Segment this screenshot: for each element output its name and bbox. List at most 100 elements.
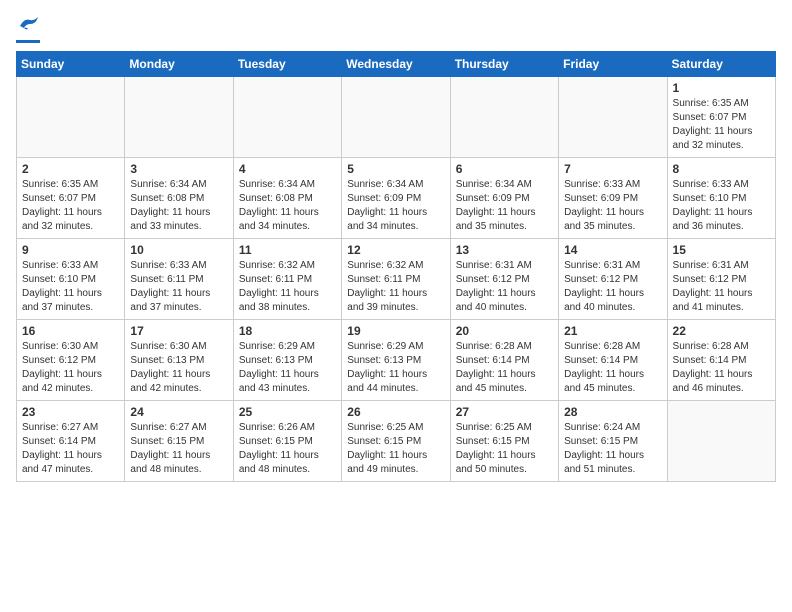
calendar-day-cell: 22 Sunrise: 6:28 AM Sunset: 6:14 PM Dayli… <box>667 320 775 401</box>
day-number: 5 <box>347 162 444 176</box>
calendar-day-cell: 7 Sunrise: 6:33 AM Sunset: 6:09 PM Daylig… <box>559 158 667 239</box>
day-info: Sunrise: 6:28 AM Sunset: 6:14 PM Dayligh… <box>673 340 770 396</box>
day-info: Sunrise: 6:29 AM Sunset: 6:13 PM Dayligh… <box>347 340 444 396</box>
day-info: Sunrise: 6:30 AM Sunset: 6:13 PM Dayligh… <box>130 340 227 396</box>
weekday-header: Friday <box>559 52 667 77</box>
day-number: 18 <box>239 324 336 338</box>
day-info: Sunrise: 6:28 AM Sunset: 6:14 PM Dayligh… <box>456 340 553 396</box>
calendar-day-cell: 28 Sunrise: 6:24 AM Sunset: 6:15 PM Dayli… <box>559 401 667 482</box>
day-number: 6 <box>456 162 553 176</box>
day-info: Sunrise: 6:33 AM Sunset: 6:09 PM Dayligh… <box>564 178 661 234</box>
weekday-header: Thursday <box>450 52 558 77</box>
day-number: 11 <box>239 243 336 257</box>
calendar-day-cell: 13 Sunrise: 6:31 AM Sunset: 6:12 PM Dayli… <box>450 239 558 320</box>
day-info: Sunrise: 6:24 AM Sunset: 6:15 PM Dayligh… <box>564 421 661 477</box>
day-info: Sunrise: 6:32 AM Sunset: 6:11 PM Dayligh… <box>239 259 336 315</box>
weekday-header: Tuesday <box>233 52 341 77</box>
calendar-week-row: 2Sunrise: 6:35 AM Sunset: 6:07 PM Daylig… <box>17 158 776 239</box>
bird-icon <box>18 16 40 34</box>
day-info: Sunrise: 6:31 AM Sunset: 6:12 PM Dayligh… <box>456 259 553 315</box>
calendar-day-cell <box>667 401 775 482</box>
calendar-day-cell: 25 Sunrise: 6:26 AM Sunset: 6:15 PM Dayli… <box>233 401 341 482</box>
day-number: 24 <box>130 405 227 419</box>
calendar-day-cell: 17Sunrise: 6:30 AM Sunset: 6:13 PM Dayli… <box>125 320 233 401</box>
calendar-day-cell: 5 Sunrise: 6:34 AM Sunset: 6:09 PM Daylig… <box>342 158 450 239</box>
day-number: 26 <box>347 405 444 419</box>
day-info: Sunrise: 6:28 AM Sunset: 6:14 PM Dayligh… <box>564 340 661 396</box>
day-number: 25 <box>239 405 336 419</box>
calendar-day-cell: 4 Sunrise: 6:34 AM Sunset: 6:08 PM Daylig… <box>233 158 341 239</box>
day-number: 21 <box>564 324 661 338</box>
day-number: 13 <box>456 243 553 257</box>
calendar-day-cell: 14 Sunrise: 6:31 AM Sunset: 6:12 PM Dayli… <box>559 239 667 320</box>
day-info: Sunrise: 6:32 AM Sunset: 6:11 PM Dayligh… <box>347 259 444 315</box>
day-info: Sunrise: 6:30 AM Sunset: 6:12 PM Dayligh… <box>22 340 119 396</box>
day-number: 22 <box>673 324 770 338</box>
day-number: 28 <box>564 405 661 419</box>
day-info: Sunrise: 6:34 AM Sunset: 6:09 PM Dayligh… <box>347 178 444 234</box>
logo <box>16 16 40 43</box>
calendar-day-cell: 27 Sunrise: 6:25 AM Sunset: 6:15 PM Dayli… <box>450 401 558 482</box>
day-info: Sunrise: 6:33 AM Sunset: 6:10 PM Dayligh… <box>22 259 119 315</box>
calendar-day-cell: 21 Sunrise: 6:28 AM Sunset: 6:14 PM Dayli… <box>559 320 667 401</box>
calendar-day-cell <box>17 77 125 158</box>
day-number: 1 <box>673 81 770 95</box>
calendar-day-cell: 2Sunrise: 6:35 AM Sunset: 6:07 PM Daylig… <box>17 158 125 239</box>
day-number: 15 <box>673 243 770 257</box>
calendar-day-cell: 23 Sunrise: 6:27 AM Sunset: 6:14 PM Dayli… <box>17 401 125 482</box>
calendar-day-cell: 24 Sunrise: 6:27 AM Sunset: 6:15 PM Dayli… <box>125 401 233 482</box>
day-info: Sunrise: 6:31 AM Sunset: 6:12 PM Dayligh… <box>673 259 770 315</box>
weekday-header: Monday <box>125 52 233 77</box>
day-number: 12 <box>347 243 444 257</box>
calendar-header-row: SundayMondayTuesdayWednesdayThursdayFrid… <box>17 52 776 77</box>
day-number: 9 <box>22 243 119 257</box>
calendar-day-cell <box>342 77 450 158</box>
day-info: Sunrise: 6:26 AM Sunset: 6:15 PM Dayligh… <box>239 421 336 477</box>
calendar-day-cell <box>233 77 341 158</box>
calendar-day-cell <box>559 77 667 158</box>
day-number: 14 <box>564 243 661 257</box>
calendar-week-row: 16 Sunrise: 6:30 AM Sunset: 6:12 PM Dayli… <box>17 320 776 401</box>
day-number: 16 <box>22 324 119 338</box>
day-number: 3 <box>130 162 227 176</box>
day-info: Sunrise: 6:33 AM Sunset: 6:11 PM Dayligh… <box>130 259 227 315</box>
day-number: 27 <box>456 405 553 419</box>
day-number: 8 <box>673 162 770 176</box>
calendar-day-cell: 11 Sunrise: 6:32 AM Sunset: 6:11 PM Dayli… <box>233 239 341 320</box>
calendar-day-cell: 3 Sunrise: 6:34 AM Sunset: 6:08 PM Daylig… <box>125 158 233 239</box>
day-number: 23 <box>22 405 119 419</box>
day-number: 19 <box>347 324 444 338</box>
calendar-day-cell: 1 Sunrise: 6:35 AM Sunset: 6:07 PM Daylig… <box>667 77 775 158</box>
day-number: 4 <box>239 162 336 176</box>
weekday-header: Saturday <box>667 52 775 77</box>
calendar-day-cell: 16 Sunrise: 6:30 AM Sunset: 6:12 PM Dayli… <box>17 320 125 401</box>
calendar-day-cell <box>450 77 558 158</box>
calendar-day-cell: 19 Sunrise: 6:29 AM Sunset: 6:13 PM Dayli… <box>342 320 450 401</box>
day-info: Sunrise: 6:33 AM Sunset: 6:10 PM Dayligh… <box>673 178 770 234</box>
day-info: Sunrise: 6:27 AM Sunset: 6:14 PM Dayligh… <box>22 421 119 477</box>
day-info: Sunrise: 6:35 AM Sunset: 6:07 PM Dayligh… <box>22 178 119 234</box>
day-info: Sunrise: 6:34 AM Sunset: 6:08 PM Dayligh… <box>130 178 227 234</box>
calendar-day-cell: 6 Sunrise: 6:34 AM Sunset: 6:09 PM Daylig… <box>450 158 558 239</box>
calendar-day-cell: 9 Sunrise: 6:33 AM Sunset: 6:10 PM Daylig… <box>17 239 125 320</box>
day-info: Sunrise: 6:27 AM Sunset: 6:15 PM Dayligh… <box>130 421 227 477</box>
weekday-header: Wednesday <box>342 52 450 77</box>
calendar-day-cell: 26Sunrise: 6:25 AM Sunset: 6:15 PM Dayli… <box>342 401 450 482</box>
day-info: Sunrise: 6:34 AM Sunset: 6:09 PM Dayligh… <box>456 178 553 234</box>
calendar-day-cell: 12 Sunrise: 6:32 AM Sunset: 6:11 PM Dayli… <box>342 239 450 320</box>
day-info: Sunrise: 6:34 AM Sunset: 6:08 PM Dayligh… <box>239 178 336 234</box>
calendar-table: SundayMondayTuesdayWednesdayThursdayFrid… <box>16 51 776 482</box>
weekday-header: Sunday <box>17 52 125 77</box>
calendar-week-row: 1 Sunrise: 6:35 AM Sunset: 6:07 PM Daylig… <box>17 77 776 158</box>
day-number: 20 <box>456 324 553 338</box>
day-info: Sunrise: 6:31 AM Sunset: 6:12 PM Dayligh… <box>564 259 661 315</box>
calendar-day-cell <box>125 77 233 158</box>
day-number: 10 <box>130 243 227 257</box>
day-info: Sunrise: 6:35 AM Sunset: 6:07 PM Dayligh… <box>673 97 770 153</box>
day-number: 7 <box>564 162 661 176</box>
day-info: Sunrise: 6:29 AM Sunset: 6:13 PM Dayligh… <box>239 340 336 396</box>
page-header <box>16 16 776 43</box>
calendar-week-row: 23 Sunrise: 6:27 AM Sunset: 6:14 PM Dayli… <box>17 401 776 482</box>
day-info: Sunrise: 6:25 AM Sunset: 6:15 PM Dayligh… <box>456 421 553 477</box>
calendar-day-cell: 20 Sunrise: 6:28 AM Sunset: 6:14 PM Dayli… <box>450 320 558 401</box>
